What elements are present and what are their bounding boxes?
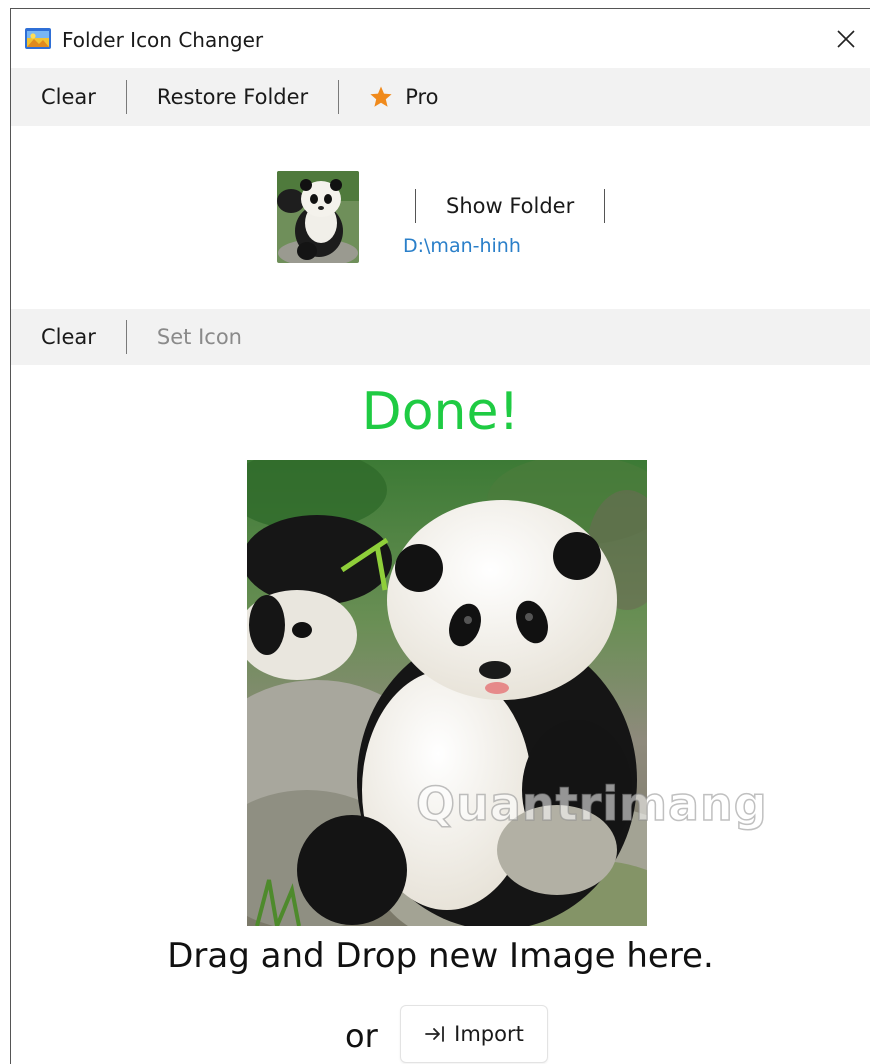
clear-image-button[interactable]: Clear	[11, 322, 126, 352]
status-message: Done!	[361, 382, 520, 442]
folder-actions: Show Folder	[415, 189, 606, 223]
drop-zone-hint: Drag and Drop new Image here.	[167, 936, 714, 976]
folder-divider	[604, 189, 606, 223]
close-button[interactable]	[830, 23, 862, 55]
folder-path-link[interactable]: D:\man-hinh	[403, 235, 521, 257]
import-button[interactable]: Import	[400, 1005, 548, 1063]
image-toolbar: Clear Set Icon	[11, 309, 870, 365]
main-toolbar: Clear Restore Folder Pro	[11, 68, 870, 126]
show-folder-button[interactable]: Show Folder	[416, 191, 604, 221]
window-title: Folder Icon Changer	[62, 28, 264, 52]
pro-button[interactable]: Pro	[339, 82, 468, 112]
app-window: Folder Icon Changer Clear Restore Folder…	[10, 8, 870, 1064]
pro-label: Pro	[405, 85, 439, 109]
close-icon	[837, 30, 855, 48]
image-preview[interactable]	[247, 460, 647, 926]
folder-thumbnail	[277, 171, 359, 263]
import-arrow-icon	[425, 1026, 445, 1042]
import-label: Import	[454, 1022, 524, 1046]
or-label: or	[345, 1017, 378, 1055]
clear-button[interactable]: Clear	[11, 82, 126, 112]
star-icon	[370, 86, 392, 107]
folder-panel: Show Folder D:\man-hinh	[11, 126, 870, 309]
set-icon-button[interactable]: Set Icon	[127, 322, 272, 352]
restore-folder-button[interactable]: Restore Folder	[127, 82, 338, 112]
folder-image-icon	[25, 28, 51, 49]
title-bar: Folder Icon Changer	[11, 9, 870, 67]
